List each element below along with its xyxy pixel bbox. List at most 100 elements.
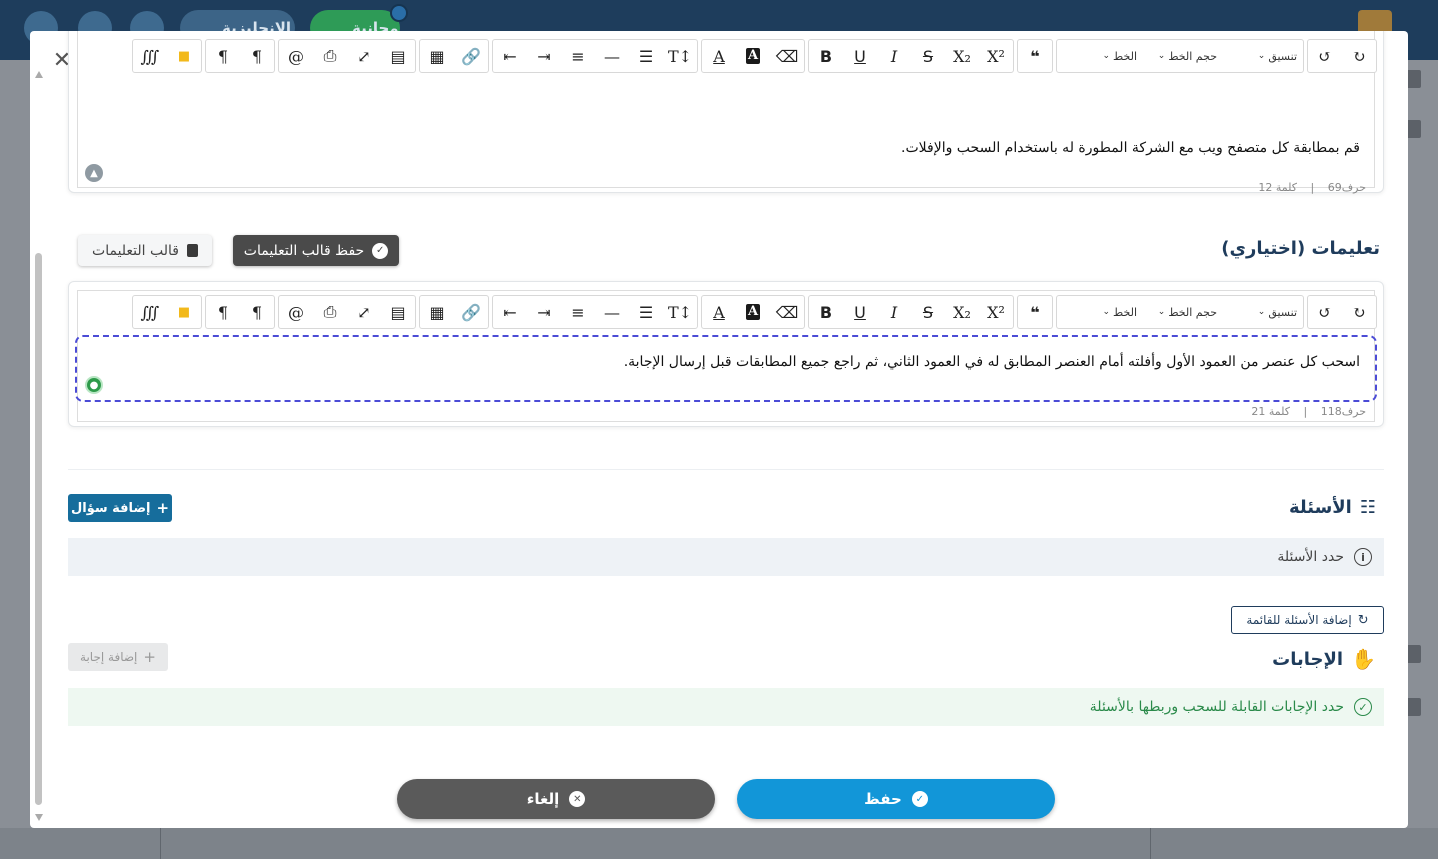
question-text[interactable]: قم بمطابقة كل متصفح ويب مع الشركة المطور… bbox=[98, 140, 1360, 156]
underline-icon[interactable]: U bbox=[843, 40, 877, 72]
align-icon[interactable]: ≡ bbox=[561, 296, 595, 328]
scroll-thumb[interactable] bbox=[35, 253, 42, 805]
blockquote-icon[interactable]: ❝ bbox=[1018, 296, 1052, 328]
blockquote-icon[interactable]: ❝ bbox=[1018, 40, 1052, 72]
question-editor-footer: حرف69 | كلمة 12 bbox=[1258, 181, 1366, 194]
eraser-icon[interactable]: ⌫ bbox=[770, 296, 804, 328]
list-icon: ☷ bbox=[1359, 497, 1376, 518]
indent-icon[interactable]: ⇥ bbox=[527, 40, 561, 72]
undo-icon[interactable]: ↺ bbox=[1308, 296, 1342, 328]
special-chars-icon[interactable]: ∭ bbox=[133, 40, 167, 72]
instructions-text[interactable]: اسحب كل عنصر من العمود الأول وأفلته أمام… bbox=[98, 354, 1360, 370]
eraser-icon[interactable]: ⌫ bbox=[770, 40, 804, 72]
plus-icon: + bbox=[143, 648, 156, 666]
horizontal-line-icon[interactable]: — bbox=[595, 296, 629, 328]
rtl-paragraph-icon[interactable]: ¶ bbox=[206, 296, 240, 328]
questions-info-bar: i حدد الأسئلة bbox=[68, 538, 1384, 576]
bg-footer-area bbox=[0, 828, 1438, 859]
add-questions-to-list-button[interactable]: ↻ إضافة الأسئلة للقائمة bbox=[1231, 606, 1384, 634]
save-button[interactable]: ✓ حفظ bbox=[737, 779, 1055, 819]
bold-icon[interactable]: B bbox=[809, 296, 843, 328]
highlight-color-icon[interactable]: A bbox=[736, 296, 770, 328]
grammar-bot-icon[interactable]: ● bbox=[85, 376, 103, 394]
italic-icon[interactable]: I bbox=[877, 40, 911, 72]
special-chars-icon[interactable]: ∭ bbox=[133, 296, 167, 328]
print-icon[interactable]: ⎙ bbox=[313, 296, 347, 328]
ordered-list-icon[interactable]: ☰ bbox=[629, 296, 663, 328]
fullscreen-icon[interactable]: ⤢ bbox=[347, 296, 381, 328]
highlight-color-icon[interactable]: A bbox=[736, 40, 770, 72]
document-icon bbox=[186, 244, 198, 257]
fullscreen-icon[interactable]: ⤢ bbox=[347, 40, 381, 72]
font-color-icon[interactable]: A bbox=[702, 40, 736, 72]
font-select-group: تنسيق ⌄ حجم الخط ⌄ الخط ⌄ bbox=[1056, 295, 1304, 329]
modal-scrollbar[interactable] bbox=[34, 71, 44, 821]
font-color-icon[interactable]: A bbox=[702, 296, 736, 328]
block-layout-icon[interactable]: ▤ bbox=[381, 296, 415, 328]
align-icon[interactable]: ≡ bbox=[561, 40, 595, 72]
block-layout-icon[interactable]: ▤ bbox=[381, 40, 415, 72]
edit-question-modal: ✕ ∭ ■ ¶ ¶ @ ⎙ ⤢ ▤ ▦ 🔗 ⇤ ⇥ ≡ — ☰ T↕ A A ⌫… bbox=[30, 31, 1408, 828]
check-circle-icon: ✓ bbox=[372, 242, 389, 259]
save-template-button[interactable]: ✓ حفظ قالب التعليمات bbox=[233, 235, 399, 266]
italic-icon[interactable]: I bbox=[877, 296, 911, 328]
instructions-title: تعليمات (اختياري) bbox=[1221, 238, 1380, 259]
font-size-select[interactable]: حجم الخط ⌄ bbox=[1143, 306, 1223, 319]
plus-icon: + bbox=[156, 499, 170, 517]
scroll-up-arrow[interactable] bbox=[35, 71, 43, 78]
line-height-icon[interactable]: T↕ bbox=[663, 40, 697, 72]
redo-icon[interactable]: ↻ bbox=[1342, 40, 1376, 72]
instructions-editor-card: ∭ ■ ¶ ¶ @ ⎙ ⤢ ▤ ▦ 🔗 ⇤ ⇥ ≡ — ☰ T↕ A A ⌫ B… bbox=[68, 281, 1384, 427]
rtl-paragraph-icon[interactable]: ¶ bbox=[206, 40, 240, 72]
font-size-select[interactable]: حجم الخط ⌄ bbox=[1143, 50, 1223, 63]
answers-title: ✋ الإجابات bbox=[1272, 647, 1376, 671]
redo-icon[interactable]: ↻ bbox=[1342, 296, 1376, 328]
font-family-select[interactable]: الخط ⌄ bbox=[1063, 50, 1143, 63]
link-icon[interactable]: 🔗 bbox=[454, 40, 488, 72]
outdent-icon[interactable]: ⇤ bbox=[493, 40, 527, 72]
instructions-editor-toolbar: ∭ ■ ¶ ¶ @ ⎙ ⤢ ▤ ▦ 🔗 ⇤ ⇥ ≡ — ☰ T↕ A A ⌫ B… bbox=[132, 295, 1380, 329]
outdent-icon[interactable]: ⇤ bbox=[493, 296, 527, 328]
horizontal-line-icon[interactable]: — bbox=[595, 40, 629, 72]
superscript-icon[interactable]: X² bbox=[979, 296, 1013, 328]
check-circle-icon: ✓ bbox=[911, 791, 928, 807]
subscript-icon[interactable]: X₂ bbox=[945, 40, 979, 72]
ordered-list-icon[interactable]: ☰ bbox=[629, 40, 663, 72]
superscript-icon[interactable]: X² bbox=[979, 40, 1013, 72]
instructions-editor: ∭ ■ ¶ ¶ @ ⎙ ⤢ ▤ ▦ 🔗 ⇤ ⇥ ≡ — ☰ T↕ A A ⌫ B… bbox=[75, 290, 1377, 422]
bold-icon[interactable]: B bbox=[809, 40, 843, 72]
font-family-select[interactable]: الخط ⌄ bbox=[1063, 306, 1143, 319]
strikethrough-icon[interactable]: S bbox=[911, 40, 945, 72]
underline-icon[interactable]: U bbox=[843, 296, 877, 328]
section-divider bbox=[68, 469, 1384, 470]
warning-icon[interactable]: ▲ bbox=[85, 164, 103, 182]
folder-icon[interactable]: ■ bbox=[167, 40, 201, 72]
scroll-down-arrow[interactable] bbox=[35, 814, 43, 821]
mention-icon[interactable]: @ bbox=[279, 296, 313, 328]
mention-icon[interactable]: @ bbox=[279, 40, 313, 72]
ltr-paragraph-icon[interactable]: ¶ bbox=[240, 296, 274, 328]
table-icon[interactable]: ▦ bbox=[420, 40, 454, 72]
undo-icon[interactable]: ↺ bbox=[1308, 40, 1342, 72]
link-icon[interactable]: 🔗 bbox=[454, 296, 488, 328]
check-circle-icon: ✓ bbox=[1354, 698, 1372, 716]
info-icon: i bbox=[1354, 548, 1372, 566]
strikethrough-icon[interactable]: S bbox=[911, 296, 945, 328]
font-select-group: تنسيق ⌄ حجم الخط ⌄ الخط ⌄ bbox=[1056, 39, 1304, 73]
instructions-template-button[interactable]: قالب التعليمات bbox=[78, 235, 212, 266]
add-question-button[interactable]: + إضافة سؤال bbox=[68, 494, 172, 522]
refresh-icon: ↻ bbox=[1357, 612, 1369, 628]
line-height-icon[interactable]: T↕ bbox=[663, 296, 697, 328]
subscript-icon[interactable]: X₂ bbox=[945, 296, 979, 328]
questions-title: ☷ الأسئلة bbox=[1288, 497, 1376, 518]
table-icon[interactable]: ▦ bbox=[420, 296, 454, 328]
format-select[interactable]: تنسيق ⌄ bbox=[1223, 306, 1303, 319]
folder-icon[interactable]: ■ bbox=[167, 296, 201, 328]
add-answer-button[interactable]: + إضافة إجابة bbox=[68, 643, 168, 671]
instructions-editor-footer: حرف118 | كلمة 21 bbox=[1251, 405, 1366, 418]
print-icon[interactable]: ⎙ bbox=[313, 40, 347, 72]
cancel-button[interactable]: ✕ إلغاء bbox=[397, 779, 715, 819]
format-select[interactable]: تنسيق ⌄ bbox=[1223, 50, 1303, 63]
indent-icon[interactable]: ⇥ bbox=[527, 296, 561, 328]
ltr-paragraph-icon[interactable]: ¶ bbox=[240, 40, 274, 72]
